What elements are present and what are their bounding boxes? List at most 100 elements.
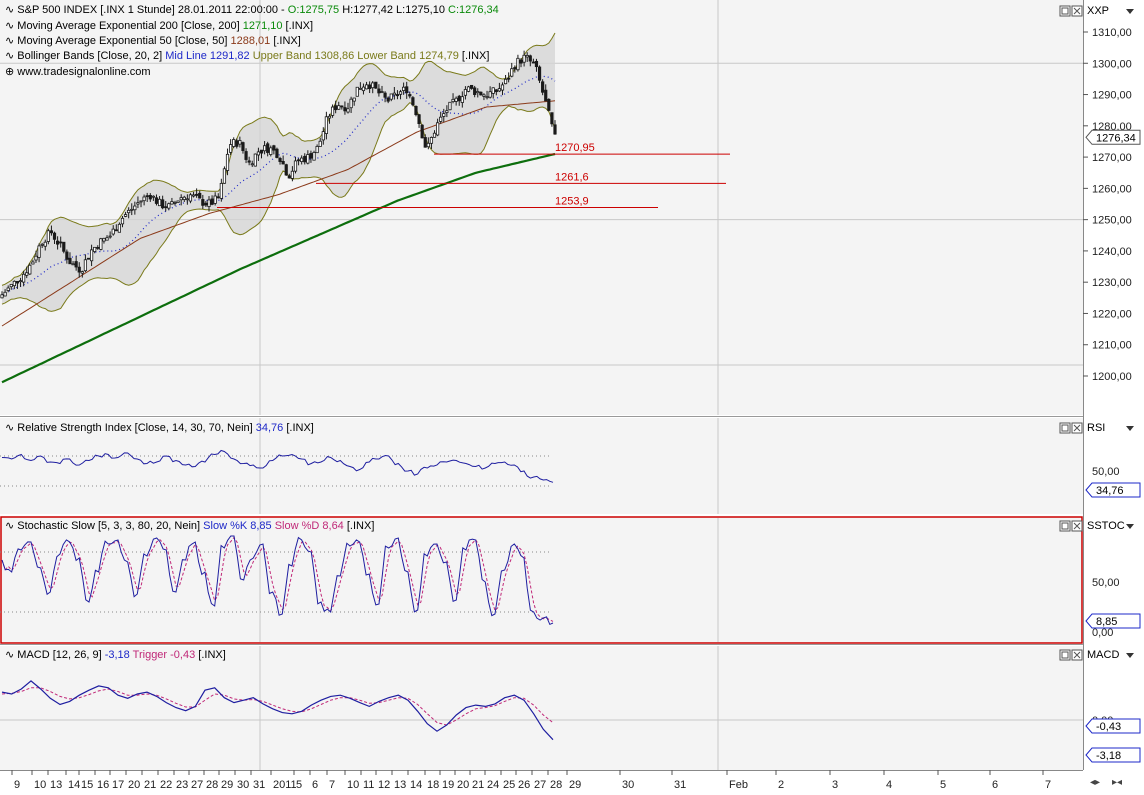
stoch-legend[interactable]: ∿ Stochastic Slow [5, 3, 3, 80, 20, Nein… [5,520,374,532]
candle-body [396,95,398,96]
candle-body [486,97,488,98]
candle-body [331,107,333,115]
candle-body [458,96,460,101]
candle-body [535,61,537,66]
date-tick-label: 31 [674,779,686,791]
stoch-tick-label: 50,00 [1092,577,1120,589]
support-label: 1253,9 [555,195,589,207]
candle-body [118,224,120,232]
date-tick-label: 23 [176,779,188,791]
candle-body [87,258,89,259]
legend-icon-bollinger: ∿ [5,50,14,62]
legend-open: O:1275,75 [288,4,339,16]
macd-legend[interactable]: ∿ MACD [12, 26, 9] -3,18 Trigger -0,43 [… [5,649,226,661]
legend-row-ema200[interactable]: ∿ Moving Average Exponential 200 [Close,… [5,20,313,32]
candle-body [189,195,191,201]
candle-body [78,267,80,272]
date-tick-label: 27 [191,779,203,791]
date-tick-label: 6 [312,779,318,791]
candle-body [239,140,241,144]
website-link: www.tradesignalonline.com [16,66,150,78]
candle-body [7,288,9,291]
candle-body [131,209,133,210]
candle-body [501,85,503,90]
legend-row-price[interactable]: ∿ S&P 500 INDEX [.INX 1 Stunde] 28.01.20… [5,4,499,16]
candle-body [106,238,108,240]
legend-icon-stoch: ∿ [5,520,14,532]
candle-body [100,239,102,250]
candle-body [406,87,408,93]
legend-row-website[interactable]: ⊕ www.tradesignalonline.com [5,66,151,78]
candle-body [90,250,92,261]
rsi-legend[interactable]: ∿ Relative Strength Index [Close, 14, 30… [5,422,314,434]
candle-body [297,160,299,161]
candle-body [464,89,466,95]
stoch-suffix: [.INX] [344,520,375,532]
candle-body [538,67,540,80]
panel-title-stoch: SSTOC [1087,520,1125,532]
candle-body [362,87,364,91]
date-tick-label: 14 [410,779,422,791]
candle-body [347,109,349,112]
date-tick-label: 4 [886,779,892,791]
candle-body [229,145,231,153]
legend-ema50-value: 1288,01 [231,35,271,47]
legend-ema200-suffix: [.INX] [283,20,314,32]
date-tick-label: 6 [992,779,998,791]
candle-body [137,203,139,204]
candle-body [322,132,324,140]
legend-icon-macd: ∿ [5,649,14,661]
support-label: 1261,6 [555,171,589,183]
candle-body [452,99,454,101]
price-tick-label: 1220,00 [1092,308,1132,320]
candle-body [470,85,472,88]
candle-body [214,196,216,203]
legend-row-bollinger[interactable]: ∿ Bollinger Bands [Close, 20, 2] Mid Lin… [5,50,489,62]
candle-body [171,201,173,204]
zoom-in-icon[interactable]: ▸◂ [1112,777,1122,788]
candle-body [285,165,287,175]
date-tick-label: 25 [503,779,515,791]
price-tick-label: 1300,00 [1092,58,1132,70]
candle-body [29,265,31,274]
candle-body [477,91,479,92]
legend-ema200-value: 1271,10 [243,20,283,32]
candle-body [183,197,185,199]
candle-body [270,148,272,155]
candle-body [56,241,58,244]
candle-body [526,55,528,57]
panel-title-price: XXP [1087,5,1109,17]
candle-body [192,195,194,196]
candle-body [211,199,213,204]
price-tick-label: 1230,00 [1092,277,1132,289]
candle-body [260,150,262,153]
legend-ema200-label: Moving Average Exponential 200 [Close, 2… [17,20,242,32]
candle-body [10,284,12,286]
candle-body [4,292,6,296]
candle-body [532,62,534,63]
candle-body [161,200,163,208]
candle-body [180,198,182,200]
candle-body [112,229,114,234]
candle-body [149,195,151,199]
candle-body [421,125,423,138]
candle-body [47,231,49,242]
date-tick-label: 5 [296,779,302,791]
candle-body [424,137,426,147]
legend-row-ema50[interactable]: ∿ Moving Average Exponential 50 [Close, … [5,35,301,47]
macd-value: -3,18 [105,649,130,661]
candle-body [174,202,176,203]
date-tick-label: 15 [81,779,93,791]
candle-body [473,88,475,95]
candle-body [387,98,389,101]
panel-title-macd: MACD [1087,649,1119,661]
candle-body [375,82,377,88]
candle-body [328,116,330,118]
zoom-out-icon[interactable]: ◂▸ [1090,777,1100,788]
rsi-tick-label: 50,00 [1092,466,1120,478]
date-tick-label: 17 [112,779,124,791]
date-tick-label: 5 [940,779,946,791]
candle-body [266,144,268,153]
candle-body [44,242,46,246]
price-value-label: 1276,34 [1096,132,1136,144]
